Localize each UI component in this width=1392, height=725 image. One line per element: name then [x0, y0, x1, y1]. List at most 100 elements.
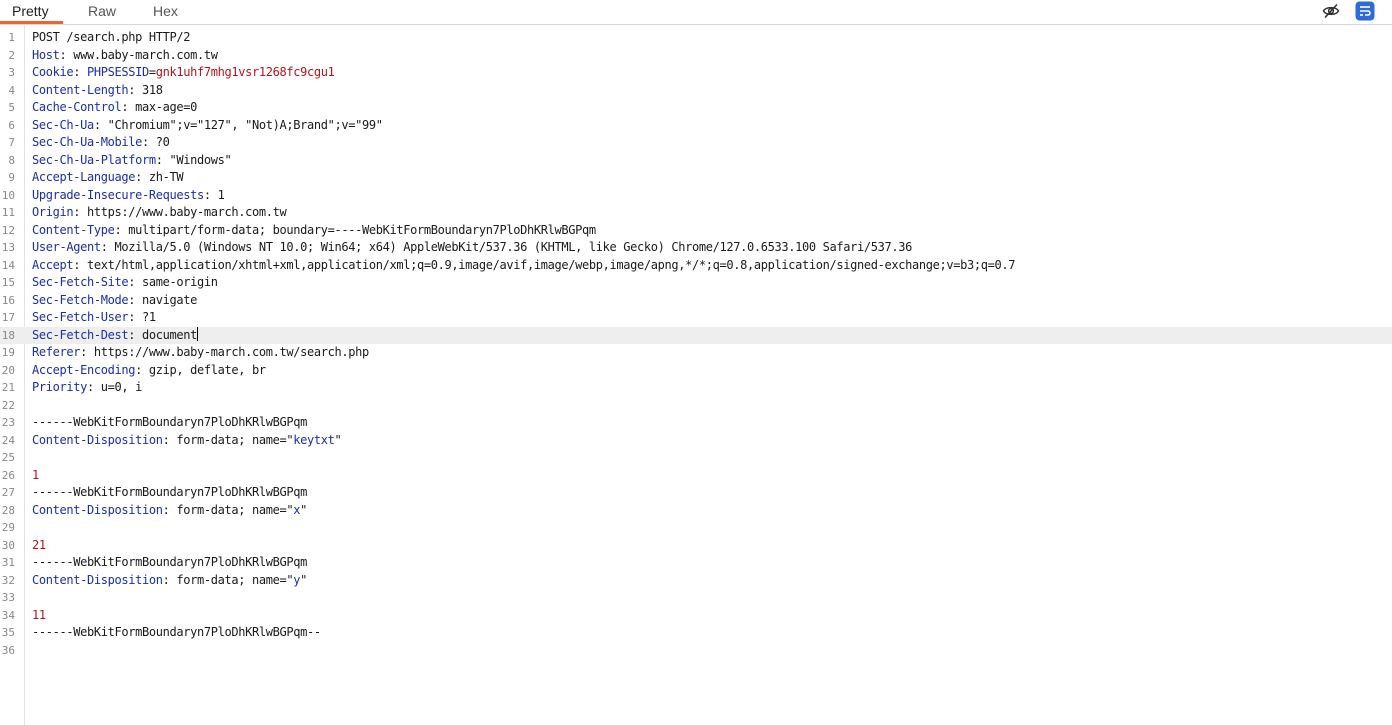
line-content[interactable]: Accept: text/html,application/xhtml+xml,… — [32, 257, 1015, 275]
code-line: 15 Sec-Fetch-Site: same-origin — [0, 274, 1392, 292]
line-content[interactable]: Content-Type: multipart/form-data; bound… — [32, 222, 596, 240]
line-content[interactable]: Cookie: PHPSESSID=gnk1uhf7mhg1vsr1268fc9… — [32, 64, 335, 82]
header-separator: : — [128, 275, 142, 289]
line-content[interactable]: Host: www.baby-march.com.tw — [32, 47, 218, 65]
line-content[interactable]: Sec-Fetch-Site: same-origin — [32, 274, 218, 292]
line-number: 21 — [1, 381, 15, 394]
header-value: text/html,application/xhtml+xml,applicat… — [87, 257, 1016, 272]
line-number: 19 — [1, 346, 15, 359]
line-content[interactable]: Content-Length: 318 — [32, 82, 163, 100]
message-view-tabbar: Pretty Raw Hex — [0, 0, 1392, 25]
code-line: 26 1 — [0, 467, 1392, 485]
line-content[interactable]: Sec-Fetch-User: ?1 — [32, 309, 156, 327]
code-line: 5 Cache-Control: max-age=0 — [0, 99, 1392, 117]
line-content[interactable]: Content-Disposition: form-data; name="x" — [32, 502, 307, 520]
line-content[interactable]: Content-Disposition: form-data; name="y" — [32, 572, 307, 590]
cookie-name: PHPSESSID — [87, 65, 149, 79]
line-content[interactable]: Sec-Fetch-Mode: navigate — [32, 292, 197, 310]
line-content[interactable]: Accept-Language: zh-TW — [32, 169, 184, 187]
line-content[interactable]: Sec-Fetch-Dest: document — [32, 326, 198, 345]
tab-pretty[interactable]: Pretty — [0, 0, 63, 24]
line-content[interactable]: Sec-Ch-Ua: "Chromium";v="127", "Not)A;Br… — [32, 117, 383, 135]
code-line: 13 User-Agent: Mozilla/5.0 (Windows NT 10… — [0, 239, 1392, 257]
header-value: https://www.baby-march.com.tw/search.php — [93, 345, 369, 359]
line-content[interactable]: Upgrade-Insecure-Requests: 1 — [32, 187, 225, 205]
header-value: navigate — [142, 292, 197, 307]
header-separator: : — [80, 345, 94, 359]
request-editor[interactable]: 1 POST /search.php HTTP/2 2 Host: www.baby-… — [0, 25, 1392, 725]
line-number: 24 — [1, 433, 15, 447]
raw-text: ------WebKitFormBoundaryn7PloDhKRlwBGPqm — [32, 555, 307, 569]
tab-raw[interactable]: Raw — [88, 0, 116, 23]
header-name: Sec-Fetch-Dest — [32, 327, 129, 342]
header-name: Sec-Ch-Ua-Platform — [32, 152, 156, 167]
tab-hex[interactable]: Hex — [153, 0, 178, 23]
header-name: Host — [32, 47, 60, 62]
line-number: 33 — [1, 591, 15, 604]
line-number: 29 — [1, 521, 15, 534]
line-number: 31 — [1, 556, 15, 569]
header-value: ?0 — [155, 135, 170, 149]
line-content[interactable]: Accept-Encoding: gzip, deflate, br — [32, 362, 266, 380]
line-content[interactable]: ------WebKitFormBoundaryn7PloDhKRlwBGPqm — [32, 414, 307, 432]
line-content[interactable]: Content-Disposition: form-data; name="ke… — [32, 432, 342, 450]
code-line: 30 21 — [0, 537, 1392, 555]
line-content[interactable]: Referer: https://www.baby-march.com.tw/s… — [32, 344, 369, 362]
code-line: 24 Content-Disposition: form-data; name="… — [0, 432, 1392, 450]
header-separator: : — [114, 222, 129, 237]
header-name: User-Agent — [32, 240, 101, 254]
header-name: Content-Length — [32, 82, 129, 97]
line-content[interactable]: Cache-Control: max-age=0 — [32, 99, 197, 117]
header-name: Accept-Language — [32, 170, 136, 184]
eye-slash-icon[interactable] — [1320, 0, 1342, 22]
header-name: Priority — [32, 380, 87, 394]
line-content[interactable]: Sec-Ch-Ua-Platform: "Windows" — [32, 152, 232, 170]
code-line: 3 Cookie: PHPSESSID=gnk1uhf7mhg1vsr1268fc… — [0, 64, 1392, 82]
line-content[interactable]: Priority: u=0, i — [32, 379, 142, 397]
line-content[interactable]: ------WebKitFormBoundaryn7PloDhKRlwBGPqm… — [32, 624, 321, 642]
header-value: 1 — [217, 187, 225, 202]
code-line: 20 Accept-Encoding: gzip, deflate, br — [0, 362, 1392, 380]
line-number: 34 — [1, 608, 15, 622]
line-number: 1 — [8, 31, 15, 44]
header-separator: : — [203, 187, 218, 202]
line-number: 17 — [1, 311, 15, 324]
code-line: 31 ------WebKitFormBoundaryn7PloDhKRlwBGP… — [0, 554, 1392, 572]
header-separator: : — [142, 135, 156, 149]
line-number: 12 — [1, 223, 15, 237]
code-line: 10 Upgrade-Insecure-Requests: 1 — [0, 187, 1392, 205]
code-line: 29 — [0, 519, 1392, 537]
line-content[interactable]: User-Agent: Mozilla/5.0 (Windows NT 10.0… — [32, 239, 912, 257]
header-value: u=0, i — [100, 380, 143, 394]
header-separator: : — [135, 170, 149, 184]
line-number: 2 — [8, 48, 15, 62]
text-wrap-icon[interactable] — [1354, 0, 1376, 22]
disposition-suffix: " — [334, 432, 342, 447]
line-number: 36 — [1, 643, 15, 657]
disposition-prefix: form-data; name=" — [176, 432, 294, 447]
header-value: zh-TW — [148, 170, 184, 184]
line-number: 32 — [1, 573, 15, 587]
code-line: 27 ------WebKitFormBoundaryn7PloDhKRlwBGP… — [0, 484, 1392, 502]
line-content[interactable]: 1 — [32, 467, 39, 485]
code-line: 16 Sec-Fetch-Mode: navigate — [0, 292, 1392, 310]
form-field-name: keytxt — [293, 432, 335, 447]
line-content[interactable]: ------WebKitFormBoundaryn7PloDhKRlwBGPqm — [32, 484, 307, 502]
line-content[interactable]: Sec-Ch-Ua-Mobile: ?0 — [32, 134, 170, 152]
disposition-prefix: form-data; name=" — [176, 502, 294, 517]
form-field-value: 1 — [32, 467, 39, 482]
code-line: 17 Sec-Fetch-User: ?1 — [0, 309, 1392, 327]
line-content[interactable]: Origin: https://www.baby-march.com.tw — [32, 204, 287, 222]
line-content[interactable]: ------WebKitFormBoundaryn7PloDhKRlwBGPqm — [32, 554, 307, 572]
code-line: 22 — [0, 397, 1392, 415]
line-content[interactable]: POST /search.php HTTP/2 — [32, 29, 190, 47]
line-number: 25 — [1, 451, 15, 464]
header-name: Sec-Fetch-Mode — [32, 292, 129, 307]
line-number: 26 — [1, 468, 15, 482]
header-name: Content-Disposition — [32, 572, 163, 587]
cookie-value: gnk1uhf7mhg1vsr1268fc9cgu1 — [155, 65, 335, 79]
header-value: "Chromium";v="127", "Not)A;Brand";v="99" — [107, 117, 383, 132]
code-line: 32 Content-Disposition: form-data; name="… — [0, 572, 1392, 590]
line-content[interactable]: 11 — [32, 607, 46, 625]
line-content[interactable]: 21 — [32, 537, 46, 555]
